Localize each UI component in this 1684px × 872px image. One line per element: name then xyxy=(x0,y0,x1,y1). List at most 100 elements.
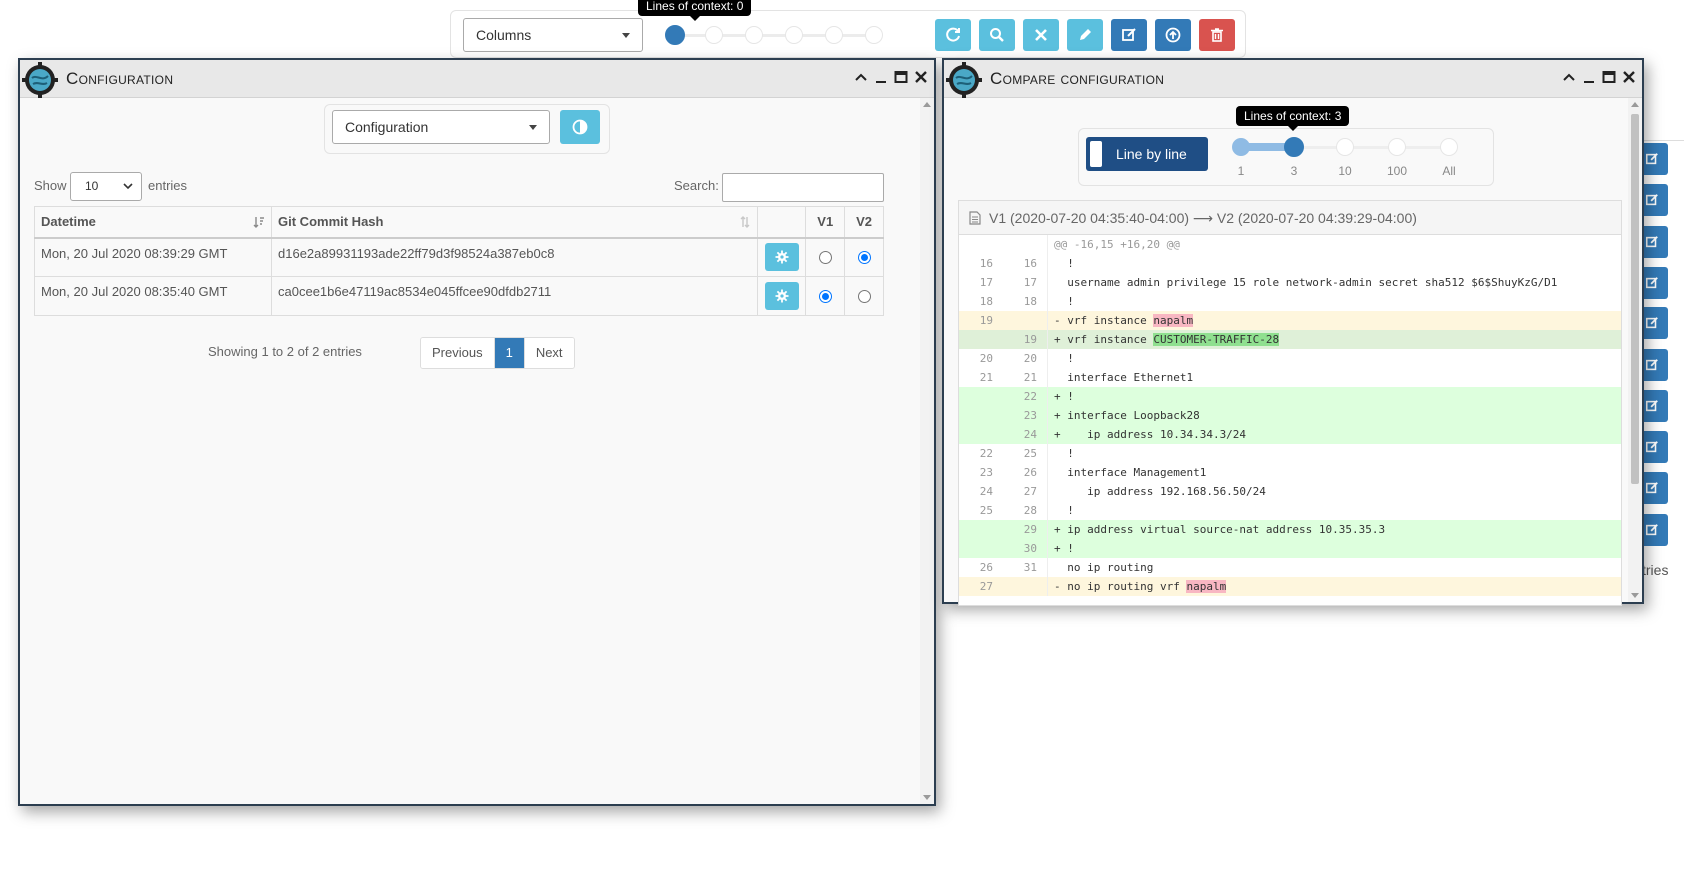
scroll-up-icon[interactable] xyxy=(1631,102,1639,107)
diff-line: 23 26 interface Management1 xyxy=(959,463,1621,482)
pagination-page-1[interactable]: 1 xyxy=(493,338,525,368)
window-titlebar[interactable]: Compare configuration xyxy=(944,60,1642,98)
collapse-icon[interactable] xyxy=(854,70,868,84)
context-slider-step[interactable] xyxy=(1336,138,1354,156)
line-content: no ip routing xyxy=(1047,558,1621,577)
old-line-number: 19 xyxy=(979,314,993,327)
new-line-number: 21 xyxy=(1023,371,1037,384)
search-input[interactable] xyxy=(722,173,884,202)
diff-line: 16 16 ! xyxy=(959,254,1621,273)
changed-text-highlight: napalm xyxy=(1153,314,1194,327)
scroll-thumb[interactable] xyxy=(1631,114,1639,484)
column-header-datetime[interactable]: Datetime xyxy=(33,206,273,239)
line-content: username admin privilege 15 role network… xyxy=(1047,273,1621,292)
configuration-window[interactable]: Configuration Configuration Show 10 entr… xyxy=(18,58,936,806)
entries-label: entries xyxy=(148,178,188,193)
context-slider-step[interactable] xyxy=(705,26,723,44)
context-slider-step[interactable] xyxy=(825,26,843,44)
window-titlebar[interactable]: Configuration xyxy=(20,60,934,98)
scroll-down-icon[interactable] xyxy=(923,795,931,800)
refresh-button[interactable] xyxy=(935,19,971,51)
page-size-value: 10 xyxy=(85,179,99,193)
column-header-v2: V2 xyxy=(844,206,884,239)
context-slider-handle[interactable] xyxy=(1284,137,1304,157)
show-label: Show xyxy=(34,178,67,193)
context-slider-handle[interactable] xyxy=(665,25,685,45)
window-scrollbar[interactable] xyxy=(1628,98,1642,602)
new-line-number: 30 xyxy=(1023,542,1037,555)
maximize-icon[interactable] xyxy=(1602,70,1616,84)
close-icon[interactable] xyxy=(1622,70,1636,84)
window-controls xyxy=(854,70,928,84)
old-line-number: 24 xyxy=(979,485,993,498)
line-text: - no ip routing vrf xyxy=(1054,580,1187,593)
config-type-select[interactable]: Configuration xyxy=(332,110,550,144)
context-slider-step[interactable] xyxy=(1388,138,1406,156)
diff-line: 17 17 username admin privilege 15 role ne… xyxy=(959,273,1621,292)
clear-button[interactable] xyxy=(1023,19,1059,51)
close-icon[interactable] xyxy=(914,70,928,84)
pagination-previous[interactable]: Previous xyxy=(421,338,494,368)
minimize-icon[interactable] xyxy=(874,70,888,84)
column-header-actions xyxy=(757,206,807,239)
diff-line: 26 31 no ip routing xyxy=(959,558,1621,577)
old-line-number: 20 xyxy=(979,352,993,365)
chevron-down-icon xyxy=(622,33,630,38)
cell-v1 xyxy=(805,237,846,277)
v1-radio[interactable] xyxy=(818,250,832,264)
view-config-button[interactable] xyxy=(764,243,799,272)
context-slider-step[interactable] xyxy=(785,26,803,44)
line-content: + interface Loopback28 xyxy=(1047,406,1621,425)
new-line-number xyxy=(1003,311,1047,330)
bulk-edit-button[interactable] xyxy=(1111,19,1147,51)
search-button[interactable] xyxy=(979,19,1015,51)
column-header-commit-hash[interactable]: Git Commit Hash xyxy=(271,206,759,239)
context-slider-step[interactable] xyxy=(1232,138,1250,156)
old-line-number xyxy=(959,425,1003,444)
diff-header-text: V1 (2020-07-20 04:35:40-04:00) ⟶ V2 (202… xyxy=(989,210,1417,226)
cell-v2 xyxy=(844,276,884,316)
context-slider-step[interactable] xyxy=(865,26,883,44)
context-slider-track[interactable] xyxy=(673,34,873,37)
export-button[interactable] xyxy=(1155,19,1191,51)
line-content: ! xyxy=(1047,501,1621,520)
line-content: ! xyxy=(1047,349,1621,368)
page-size-select[interactable]: 10 xyxy=(70,172,142,201)
table-info-text: tries xyxy=(1642,562,1669,578)
table-row: Mon, 20 Jul 2020 08:39:29 GMT d16e2a8993… xyxy=(33,237,884,277)
theme-toggle-button[interactable] xyxy=(560,110,600,144)
context-slider-step[interactable] xyxy=(745,26,763,44)
view-config-button[interactable] xyxy=(764,282,799,310)
context-slider-step[interactable] xyxy=(1440,138,1458,156)
context-option-label: 3 xyxy=(1290,164,1298,178)
scroll-down-icon[interactable] xyxy=(1631,593,1639,598)
v2-radio[interactable] xyxy=(857,250,871,264)
edit-square-icon xyxy=(1645,277,1658,289)
toolbar-context-tooltip: Lines of context: 0 xyxy=(638,0,752,21)
pagination-next[interactable]: Next xyxy=(524,338,574,368)
delete-button[interactable] xyxy=(1199,19,1235,51)
cell-datetime: Mon, 20 Jul 2020 08:35:40 GMT xyxy=(33,276,273,316)
compare-configuration-window[interactable]: Compare configuration Line by line Lines… xyxy=(942,58,1644,606)
edit-button[interactable] xyxy=(1067,19,1103,51)
hunk-text: @@ -16,15 +16,20 @@ xyxy=(1047,235,1621,254)
diff-line: 30 + ! xyxy=(959,539,1621,558)
new-line-number: 29 xyxy=(1023,523,1037,536)
diff-file-header: V1 (2020-07-20 04:35:40-04:00) ⟶ V2 (202… xyxy=(959,201,1621,235)
old-line-number xyxy=(959,330,1003,349)
line-by-line-toggle[interactable]: Line by line xyxy=(1086,137,1208,171)
gear-icon xyxy=(775,289,789,303)
line-content: + ! xyxy=(1047,387,1621,406)
v1-radio[interactable] xyxy=(818,289,832,303)
edit-square-icon xyxy=(1645,236,1658,248)
maximize-icon[interactable] xyxy=(894,70,908,84)
diff-line: 18 18 ! xyxy=(959,292,1621,311)
window-scrollbar[interactable] xyxy=(920,98,934,804)
edit-square-icon xyxy=(1645,153,1658,165)
scroll-up-icon[interactable] xyxy=(923,102,931,107)
columns-select[interactable]: Columns xyxy=(463,18,643,52)
minimize-icon[interactable] xyxy=(1582,70,1596,84)
cell-commit-hash: ca0cee1b6e47119ac8534e045ffcee90dfdb2711 xyxy=(271,276,759,316)
v2-radio[interactable] xyxy=(857,289,871,303)
collapse-icon[interactable] xyxy=(1562,70,1576,84)
